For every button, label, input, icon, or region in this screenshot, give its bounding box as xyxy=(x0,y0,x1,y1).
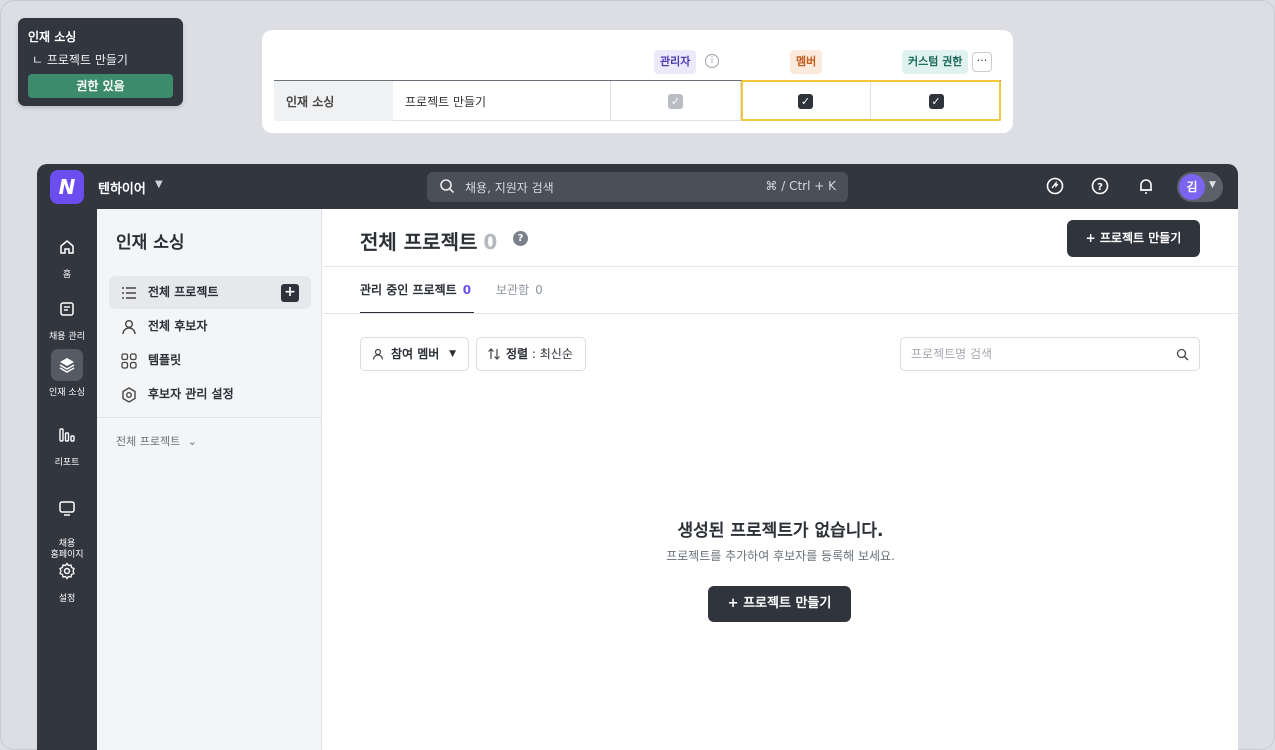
highlight-box xyxy=(741,80,1001,121)
global-search[interactable]: 채용, 지원자 검색 ⌘ / Ctrl + K xyxy=(427,172,848,202)
sidebar-filter[interactable]: 전체 프로젝트 ⌄ xyxy=(116,433,197,449)
chevron-down-icon: ⌄ xyxy=(187,435,197,448)
app-window: N 텐하이어 ▼ 채용, 지원자 검색 ⌘ / Ctrl + K ? 김 ▼ 홈… xyxy=(37,164,1238,750)
sort-icon xyxy=(488,348,500,360)
sidebar-item-candidate-settings[interactable]: 후보자 관리 설정 xyxy=(109,378,311,411)
empty-create-project-button[interactable]: + 프로젝트 만들기 xyxy=(708,586,851,622)
sidebar-item-label: 후보자 관리 설정 xyxy=(148,387,234,401)
grid-icon xyxy=(121,353,137,369)
permission-action: 프로젝트 만들기 xyxy=(393,81,611,121)
sidebar-title: 인재 소싱 xyxy=(116,233,185,253)
admin-cell: ✓ xyxy=(611,81,741,121)
company-name[interactable]: 텐하이어 xyxy=(98,178,146,197)
tab-count: 0 xyxy=(535,283,543,297)
sort-value: : 최신순 xyxy=(528,347,573,361)
nav-rail: 홈 채용 관리 인재 소싱 리포트 채용 홈페이지 설정 xyxy=(37,209,97,750)
top-bar: N 텐하이어 ▼ 채용, 지원자 검색 ⌘ / Ctrl + K ? 김 ▼ xyxy=(37,164,1238,209)
chat-icon[interactable] xyxy=(1045,176,1065,196)
rail-item-settings[interactable]: 설정 xyxy=(37,555,97,604)
header-divider xyxy=(323,266,1238,267)
sidebar-nav: 전체 프로젝트 + 전체 후보자 템플릿 후보자 관리 설정 xyxy=(109,276,311,412)
rail-item-recruit[interactable]: 채용 관리 xyxy=(37,293,97,342)
layers-icon xyxy=(51,349,83,381)
project-search xyxy=(900,337,1200,371)
home-icon xyxy=(51,231,83,263)
logo-icon[interactable]: N xyxy=(50,170,84,204)
svg-text:?: ? xyxy=(1097,182,1103,193)
chevron-down-icon: ▼ xyxy=(1209,180,1216,190)
page-count: 0 xyxy=(483,230,498,254)
user-menu[interactable]: 김 ▼ xyxy=(1177,172,1223,202)
search-shortcut: ⌘ / Ctrl + K xyxy=(765,179,836,193)
tab-label: 보관함 xyxy=(496,283,530,297)
sidebar-item-label: 전체 프로젝트 xyxy=(148,285,219,299)
project-search-input[interactable] xyxy=(901,338,1171,370)
page-title: 전체 프로젝트 0 xyxy=(360,226,497,255)
create-project-button[interactable]: + 프로젝트 만들기 xyxy=(1067,220,1200,257)
tooltip-subtitle: ㄴ 프로젝트 만들기 xyxy=(32,53,128,67)
sidebar-item-all-projects[interactable]: 전체 프로젝트 + xyxy=(109,276,311,309)
permission-badge: 권한 있음 xyxy=(28,74,173,98)
rail-item-home[interactable]: 홈 xyxy=(37,231,97,280)
rail-item-report[interactable]: 리포트 xyxy=(37,419,97,468)
sidebar-item-templates[interactable]: 템플릿 xyxy=(109,344,311,377)
monitor-icon xyxy=(51,492,83,524)
page-title-text: 전체 프로젝트 xyxy=(360,230,478,254)
role-custom-label: 커스텀 권한 xyxy=(902,50,969,74)
help-icon[interactable]: ? xyxy=(513,231,528,246)
tab-archive[interactable]: 보관함 0 xyxy=(496,281,543,314)
rail-label-settings: 설정 xyxy=(58,594,76,604)
role-admin-label: 관리자 xyxy=(654,50,697,74)
info-icon[interactable]: i xyxy=(705,54,719,68)
caret-down-icon: ▼ xyxy=(449,349,456,359)
person-icon xyxy=(372,348,384,360)
sidebar-item-all-candidates[interactable]: 전체 후보자 xyxy=(109,310,311,343)
rail-label-sourcing: 인재 소싱 xyxy=(49,388,85,398)
member-filter-label: 참여 멤버 xyxy=(391,347,440,361)
permission-tooltip: 인재 소싱 ㄴ 프로젝트 만들기 권한 있음 xyxy=(18,18,183,106)
tooltip-title: 인재 소싱 xyxy=(28,30,77,44)
sidebar-divider xyxy=(97,417,322,418)
rail-item-sourcing[interactable]: 인재 소싱 xyxy=(37,349,97,398)
tab-managed-projects[interactable]: 관리 중인 프로젝트 0 xyxy=(360,281,474,314)
add-project-button[interactable]: + xyxy=(281,284,299,302)
sidebar-item-label: 템플릿 xyxy=(148,353,182,367)
bar-chart-icon xyxy=(51,419,83,451)
permission-table: 관리자 i 멤버 커스텀 권한 ··· 인재 소싱 프로젝트 만들기 ✓ ✓ ✓ xyxy=(262,30,1013,133)
admin-checkbox: ✓ xyxy=(668,93,683,109)
avatar: 김 xyxy=(1179,174,1205,200)
gear-icon xyxy=(51,555,83,587)
search-placeholder: 채용, 지원자 검색 xyxy=(465,181,554,195)
rail-label-recruit: 채용 관리 xyxy=(49,332,85,342)
hexagon-gear-icon xyxy=(122,387,136,403)
member-filter-dropdown[interactable]: 참여 멤버 ▼ xyxy=(360,337,469,371)
sidebar-item-label: 전체 후보자 xyxy=(148,319,208,333)
sidebar: 인재 소싱 전체 프로젝트 + 전체 후보자 템플릿 후보자 관리 설정 전체 … xyxy=(97,209,322,750)
main-content: 전체 프로젝트 0 ? + 프로젝트 만들기 관리 중인 프로젝트 0 보관함 0 참… xyxy=(323,209,1238,750)
chevron-down-icon[interactable]: ▼ xyxy=(155,179,163,190)
rail-item-homepage[interactable]: 채용 홈페이지 xyxy=(37,481,97,561)
empty-state-title: 생성된 프로젝트가 없습니다. xyxy=(677,521,884,541)
bell-icon[interactable] xyxy=(1136,176,1156,196)
sort-label: 정렬 xyxy=(506,347,529,361)
permission-category: 인재 소싱 xyxy=(274,81,393,121)
tabs-divider xyxy=(323,313,1238,314)
list-icon xyxy=(122,287,136,299)
tab-count: 0 xyxy=(462,283,472,297)
role-member-label: 멤버 xyxy=(790,50,823,74)
person-icon xyxy=(122,320,136,335)
sidebar-filter-label: 전체 프로젝트 xyxy=(116,435,181,448)
more-options-button[interactable]: ··· xyxy=(972,52,992,72)
help-icon[interactable]: ? xyxy=(1090,176,1110,196)
sort-dropdown[interactable]: 정렬 : 최신순 xyxy=(476,337,586,371)
empty-state-subtitle: 프로젝트를 추가하여 후보자를 등록해 보세요. xyxy=(666,549,895,563)
rail-label-home: 홈 xyxy=(62,270,72,280)
search-icon[interactable] xyxy=(1176,348,1189,361)
document-icon xyxy=(51,293,83,325)
tab-label: 관리 중인 프로젝트 xyxy=(360,283,457,297)
search-icon xyxy=(440,179,455,194)
rail-label-report: 리포트 xyxy=(54,458,80,468)
